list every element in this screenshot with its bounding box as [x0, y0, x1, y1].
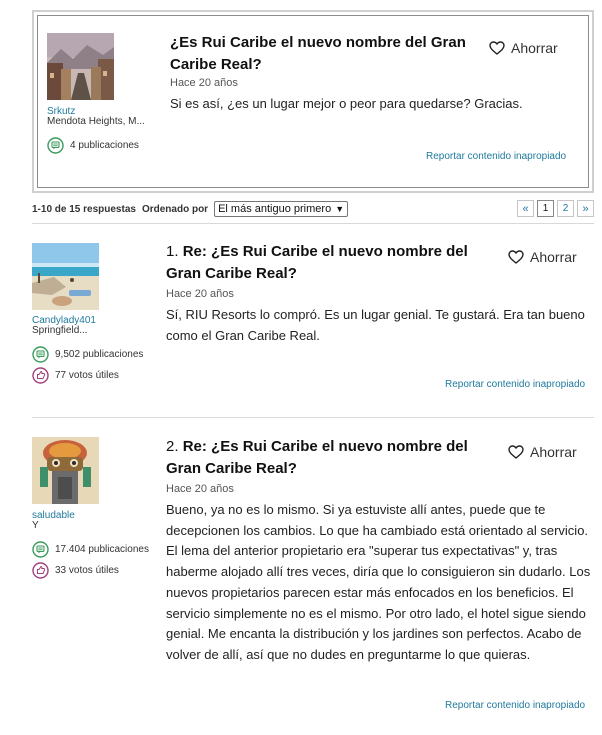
helpful-votes-text: 33 votos útiles [55, 565, 119, 576]
pagination: « 1 2 » [514, 200, 594, 217]
reply-title: 2. Re: ¿Es Rui Caribe el nuevo nombre de… [166, 436, 481, 480]
avatar[interactable] [32, 243, 99, 310]
speech-bubble-icon [47, 137, 64, 154]
post-count-text: 9,502 publicaciones [55, 349, 144, 360]
post-date: Hace 20 años [170, 77, 238, 89]
divider [32, 223, 594, 224]
helpful-votes-icon [32, 562, 49, 579]
sort-label: Ordenado por [141, 203, 209, 215]
report-link[interactable]: Reportar contenido inapropiado [426, 151, 566, 162]
save-button[interactable]: Ahorrar [489, 40, 558, 56]
next-page-button[interactable]: » [577, 200, 594, 217]
save-button[interactable]: Ahorrar [508, 444, 577, 460]
results-summary: 1-10 de 15 respuestas [32, 203, 136, 215]
author-location: Mendota Heights, M... [47, 116, 145, 127]
post-count: 4 publicaciones [47, 137, 139, 154]
heart-icon [508, 445, 524, 459]
helpful-votes: 77 votos útiles [32, 367, 119, 384]
author-location: Springfield... [32, 325, 88, 336]
save-label: Ahorrar [530, 249, 577, 265]
avatar[interactable] [32, 437, 99, 504]
post-date: Hace 20 años [166, 483, 234, 495]
page-button-1[interactable]: 1 [537, 200, 554, 217]
author-location: Y [32, 520, 39, 531]
reply-title: 1. Re: ¿Es Rui Caribe el nuevo nombre de… [166, 241, 481, 285]
speech-bubble-icon [32, 346, 49, 363]
save-button[interactable]: Ahorrar [508, 249, 577, 265]
post-count: 17.404 publicaciones [32, 541, 149, 558]
post-count: 9,502 publicaciones [32, 346, 143, 363]
avatar[interactable] [47, 33, 114, 100]
chevron-down-icon: ▼ [335, 204, 345, 214]
speech-bubble-icon [32, 541, 49, 558]
post-date: Hace 20 años [166, 288, 234, 300]
helpful-votes: 33 votos útiles [32, 562, 119, 579]
save-label: Ahorrar [530, 444, 577, 460]
reply-number: 1. [166, 243, 179, 260]
page-button-2[interactable]: 2 [557, 200, 574, 217]
sort-select-value: El más antiguo primero [218, 203, 332, 215]
save-label: Ahorrar [511, 40, 558, 56]
helpful-votes-text: 77 votos útiles [55, 370, 119, 381]
prev-page-button[interactable]: « [517, 200, 534, 217]
post-body: Si es así, ¿es un lugar mejor o peor par… [170, 96, 523, 111]
report-link[interactable]: Reportar contenido inapropiado [445, 700, 585, 711]
divider [32, 417, 594, 418]
report-link[interactable]: Reportar contenido inapropiado [445, 379, 585, 390]
pagination-bar: 1-10 de 15 respuestas Ordenado por El má… [32, 199, 594, 219]
topic-title: ¿Es Rui Caribe el nuevo nombre del Gran … [170, 34, 466, 73]
reply-title-text: Re: ¿Es Rui Caribe el nuevo nombre del G… [166, 438, 468, 477]
heart-icon [508, 250, 524, 264]
reply-title-text: Re: ¿Es Rui Caribe el nuevo nombre del G… [166, 243, 468, 282]
helpful-votes-icon [32, 367, 49, 384]
reply-body: Bueno, ya no es lo mismo. Si ya estuvist… [166, 502, 591, 662]
post-count-text: 4 publicaciones [70, 140, 139, 151]
post-count-text: 17.404 publicaciones [55, 544, 149, 555]
heart-icon [489, 41, 505, 55]
reply-number: 2. [166, 438, 179, 455]
reply-body: Sí, RIU Resorts lo compró. Es un lugar g… [166, 307, 585, 343]
sort-select[interactable]: El más antiguo primero ▼ [214, 201, 349, 217]
